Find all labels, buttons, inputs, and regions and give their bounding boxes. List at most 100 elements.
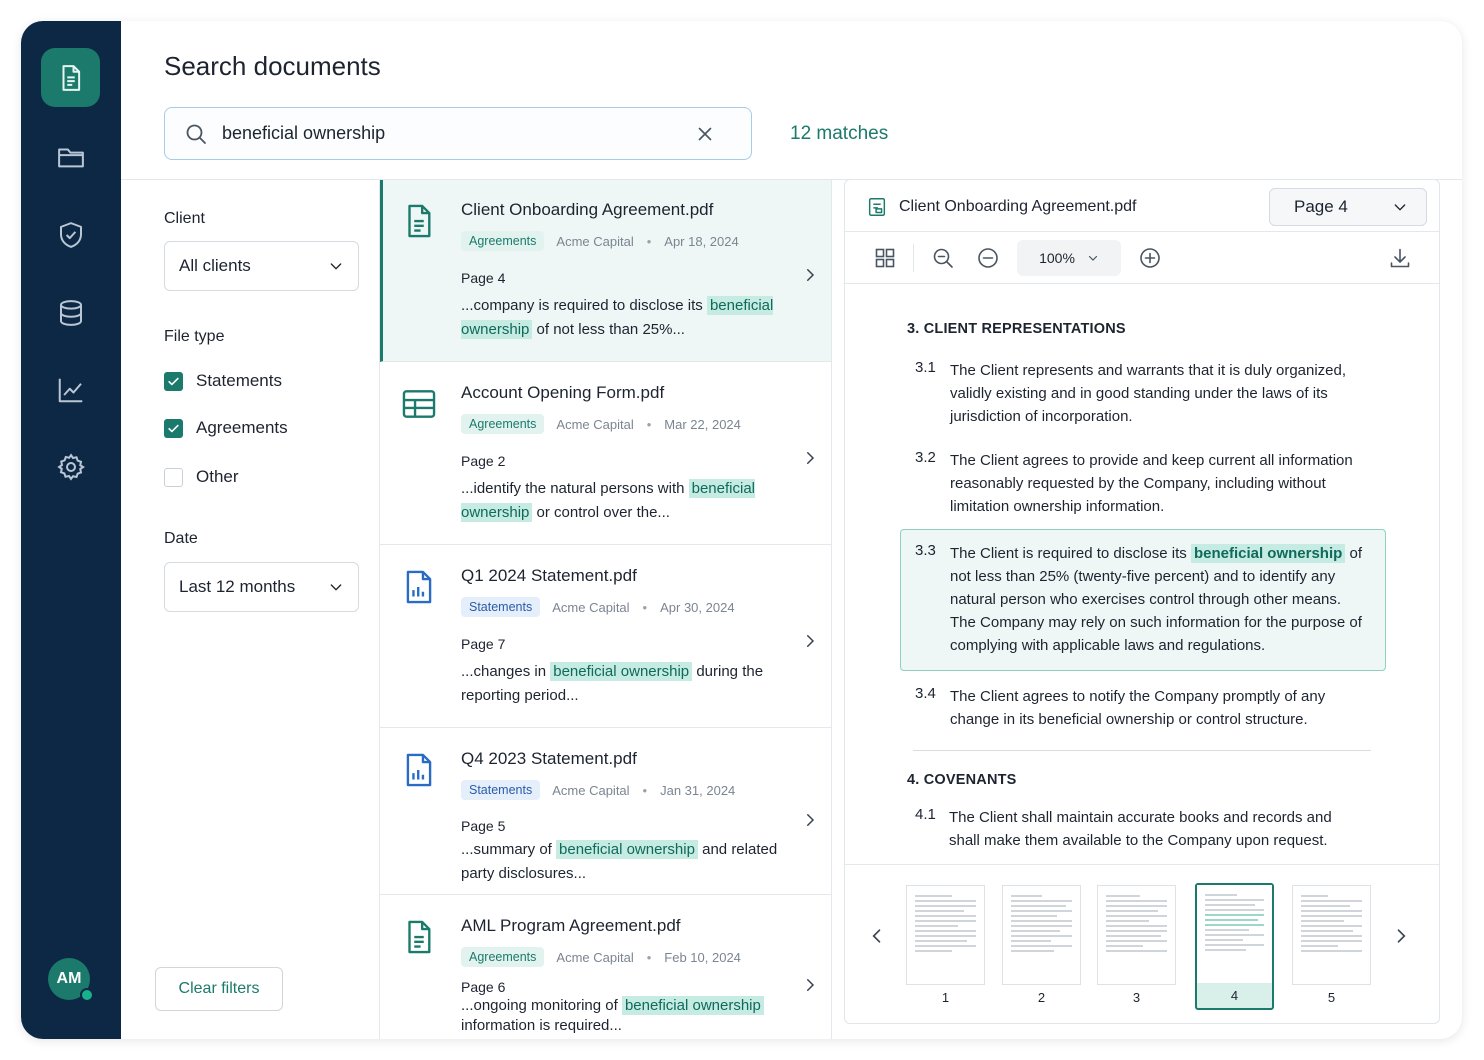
clear-search-icon[interactable] xyxy=(694,123,716,145)
app-window: AM Search documents 12 matches Client Al… xyxy=(21,21,1462,1039)
zoom-select[interactable]: 100% xyxy=(1017,240,1121,276)
check-icon xyxy=(168,377,179,385)
result-client: Acme Capital xyxy=(552,599,630,615)
sidebar-item-documents[interactable] xyxy=(41,48,100,107)
page-select[interactable]: Page 4 xyxy=(1269,188,1427,226)
clause-text: The Client agrees to notify the Company … xyxy=(950,688,1326,728)
zoom-out-icon[interactable] xyxy=(931,246,955,270)
chevron-down-icon xyxy=(330,263,342,270)
result-page: Page 7 xyxy=(461,636,506,652)
client-filter-label: Client xyxy=(164,210,205,227)
result-date: Jan 31, 2024 xyxy=(660,782,736,798)
result-title[interactable]: Q4 2023 Statement.pdf xyxy=(461,749,637,769)
chevron-down-icon xyxy=(1088,255,1098,261)
checkbox-checked[interactable] xyxy=(164,418,183,438)
sidebar-item-compliance[interactable] xyxy=(41,205,100,264)
search-input[interactable] xyxy=(222,123,692,144)
page-thumbnail[interactable]: 2 xyxy=(1002,885,1081,1011)
chevron-right-icon[interactable] xyxy=(801,449,819,467)
clause-text: The Client shall maintain accurate books… xyxy=(949,809,1332,849)
minus-circle-icon[interactable] xyxy=(976,246,1000,270)
result-client: Acme Capital xyxy=(556,949,634,965)
section-heading: 4. COVENANTS xyxy=(907,772,1017,788)
plus-circle-icon[interactable] xyxy=(1138,246,1162,270)
section-divider xyxy=(913,750,1371,751)
file-type-tag: Statements xyxy=(461,780,541,800)
result-title[interactable]: AML Program Agreement.pdf xyxy=(461,916,681,936)
page-thumbnail[interactable]: 3 xyxy=(1097,885,1176,1011)
database-icon xyxy=(59,299,82,326)
client-select[interactable]: All clients xyxy=(164,241,359,291)
sidebar: AM xyxy=(21,21,121,1039)
grid-view-icon[interactable] xyxy=(873,246,897,270)
clause-number: 3.3 xyxy=(915,542,936,559)
result-meta: Agreements Acme Capital • Apr 18, 2024 xyxy=(461,231,739,251)
file-type-agreements[interactable]: Agreements xyxy=(164,418,288,438)
chevron-right-icon[interactable] xyxy=(1391,926,1411,946)
result-page: Page 4 xyxy=(461,270,506,286)
file-type-other[interactable]: Other xyxy=(164,467,239,487)
clear-filters-button[interactable]: Clear filters xyxy=(155,967,283,1011)
sidebar-item-folders[interactable] xyxy=(41,127,100,186)
file-type-tag: Agreements xyxy=(461,231,545,251)
file-type-statements[interactable]: Statements xyxy=(164,371,282,391)
clause-3-3-highlighted: 3.3 The Client is required to disclose i… xyxy=(900,529,1386,671)
chevron-right-icon[interactable] xyxy=(801,811,819,829)
clause-number: 3.2 xyxy=(915,449,936,466)
chevron-right-icon[interactable] xyxy=(801,632,819,650)
viewer-toolbar: 100% xyxy=(845,232,1439,284)
chart-line-icon xyxy=(58,378,82,402)
result-meta: Agreements Acme Capital • Feb 10, 2024 xyxy=(461,947,741,967)
result-client: Acme Capital xyxy=(556,233,634,249)
result-title[interactable]: Q1 2024 Statement.pdf xyxy=(461,566,637,586)
snippet-text: ...changes in xyxy=(461,663,551,680)
checkbox-checked[interactable] xyxy=(164,371,183,391)
result-title[interactable]: Account Opening Form.pdf xyxy=(461,383,664,403)
result-snippet: ...identify the natural persons with ben… xyxy=(461,477,781,525)
search-icon xyxy=(186,124,206,144)
separator-dot: • xyxy=(646,949,652,965)
page-thumbnail[interactable]: 1 xyxy=(906,885,985,1011)
result-page: Page 2 xyxy=(461,453,506,469)
checkbox-unchecked[interactable] xyxy=(164,467,183,487)
toolbar-divider xyxy=(913,244,914,272)
thumbnail-preview xyxy=(1292,885,1371,985)
search-highlight: beneficial ownership xyxy=(550,662,693,681)
sidebar-item-settings[interactable] xyxy=(41,437,100,496)
thumbnail-preview xyxy=(1002,885,1081,985)
result-item[interactable]: Q1 2024 Statement.pdf Statements Acme Ca… xyxy=(380,546,831,728)
download-icon[interactable] xyxy=(1388,246,1412,270)
result-item[interactable]: Client Onboarding Agreement.pdf Agreemen… xyxy=(380,180,831,362)
file-type-tag: Statements xyxy=(461,597,541,617)
search-box xyxy=(164,107,752,160)
document-page: 3. CLIENT REPRESENTATIONS 3.1 The Client… xyxy=(845,285,1439,863)
check-icon xyxy=(168,424,179,432)
zoom-value: 100% xyxy=(1039,250,1075,266)
page-select-value: Page 4 xyxy=(1294,197,1348,216)
file-type-label: Agreements xyxy=(196,418,288,437)
file-type-filter-label: File type xyxy=(164,328,225,345)
clause-text-part: The Client is required to disclose its xyxy=(950,545,1191,562)
chevron-down-icon xyxy=(330,584,342,591)
file-type-tag: Agreements xyxy=(461,414,545,434)
snippet-text: ...ongoing monitoring of xyxy=(461,997,622,1014)
result-item[interactable]: Q4 2023 Statement.pdf Statements Acme Ca… xyxy=(380,729,831,895)
clause-text: The Client is required to disclose its b… xyxy=(950,542,1362,657)
page-thumbnail-active[interactable]: 4 xyxy=(1195,883,1274,1010)
thumbnail-label: 4 xyxy=(1230,988,1239,1003)
result-client: Acme Capital xyxy=(556,416,634,432)
snippet-text: or control over the... xyxy=(532,504,670,521)
sidebar-item-data[interactable] xyxy=(41,283,100,342)
result-title[interactable]: Client Onboarding Agreement.pdf xyxy=(461,200,713,220)
date-select[interactable]: Last 12 months xyxy=(164,562,359,612)
result-page: Page 6 xyxy=(461,979,506,995)
sidebar-item-analytics[interactable] xyxy=(41,360,100,419)
result-item[interactable]: Account Opening Form.pdf Agreements Acme… xyxy=(380,363,831,545)
result-item[interactable]: AML Program Agreement.pdf Agreements Acm… xyxy=(380,896,831,1039)
chevron-right-icon[interactable] xyxy=(801,976,819,994)
chevron-right-icon[interactable] xyxy=(801,266,819,284)
page-thumbnail[interactable]: 5 xyxy=(1292,885,1371,1011)
file-type-label: Statements xyxy=(196,371,282,390)
chevron-left-icon[interactable] xyxy=(867,926,887,946)
result-client: Acme Capital xyxy=(552,782,630,798)
